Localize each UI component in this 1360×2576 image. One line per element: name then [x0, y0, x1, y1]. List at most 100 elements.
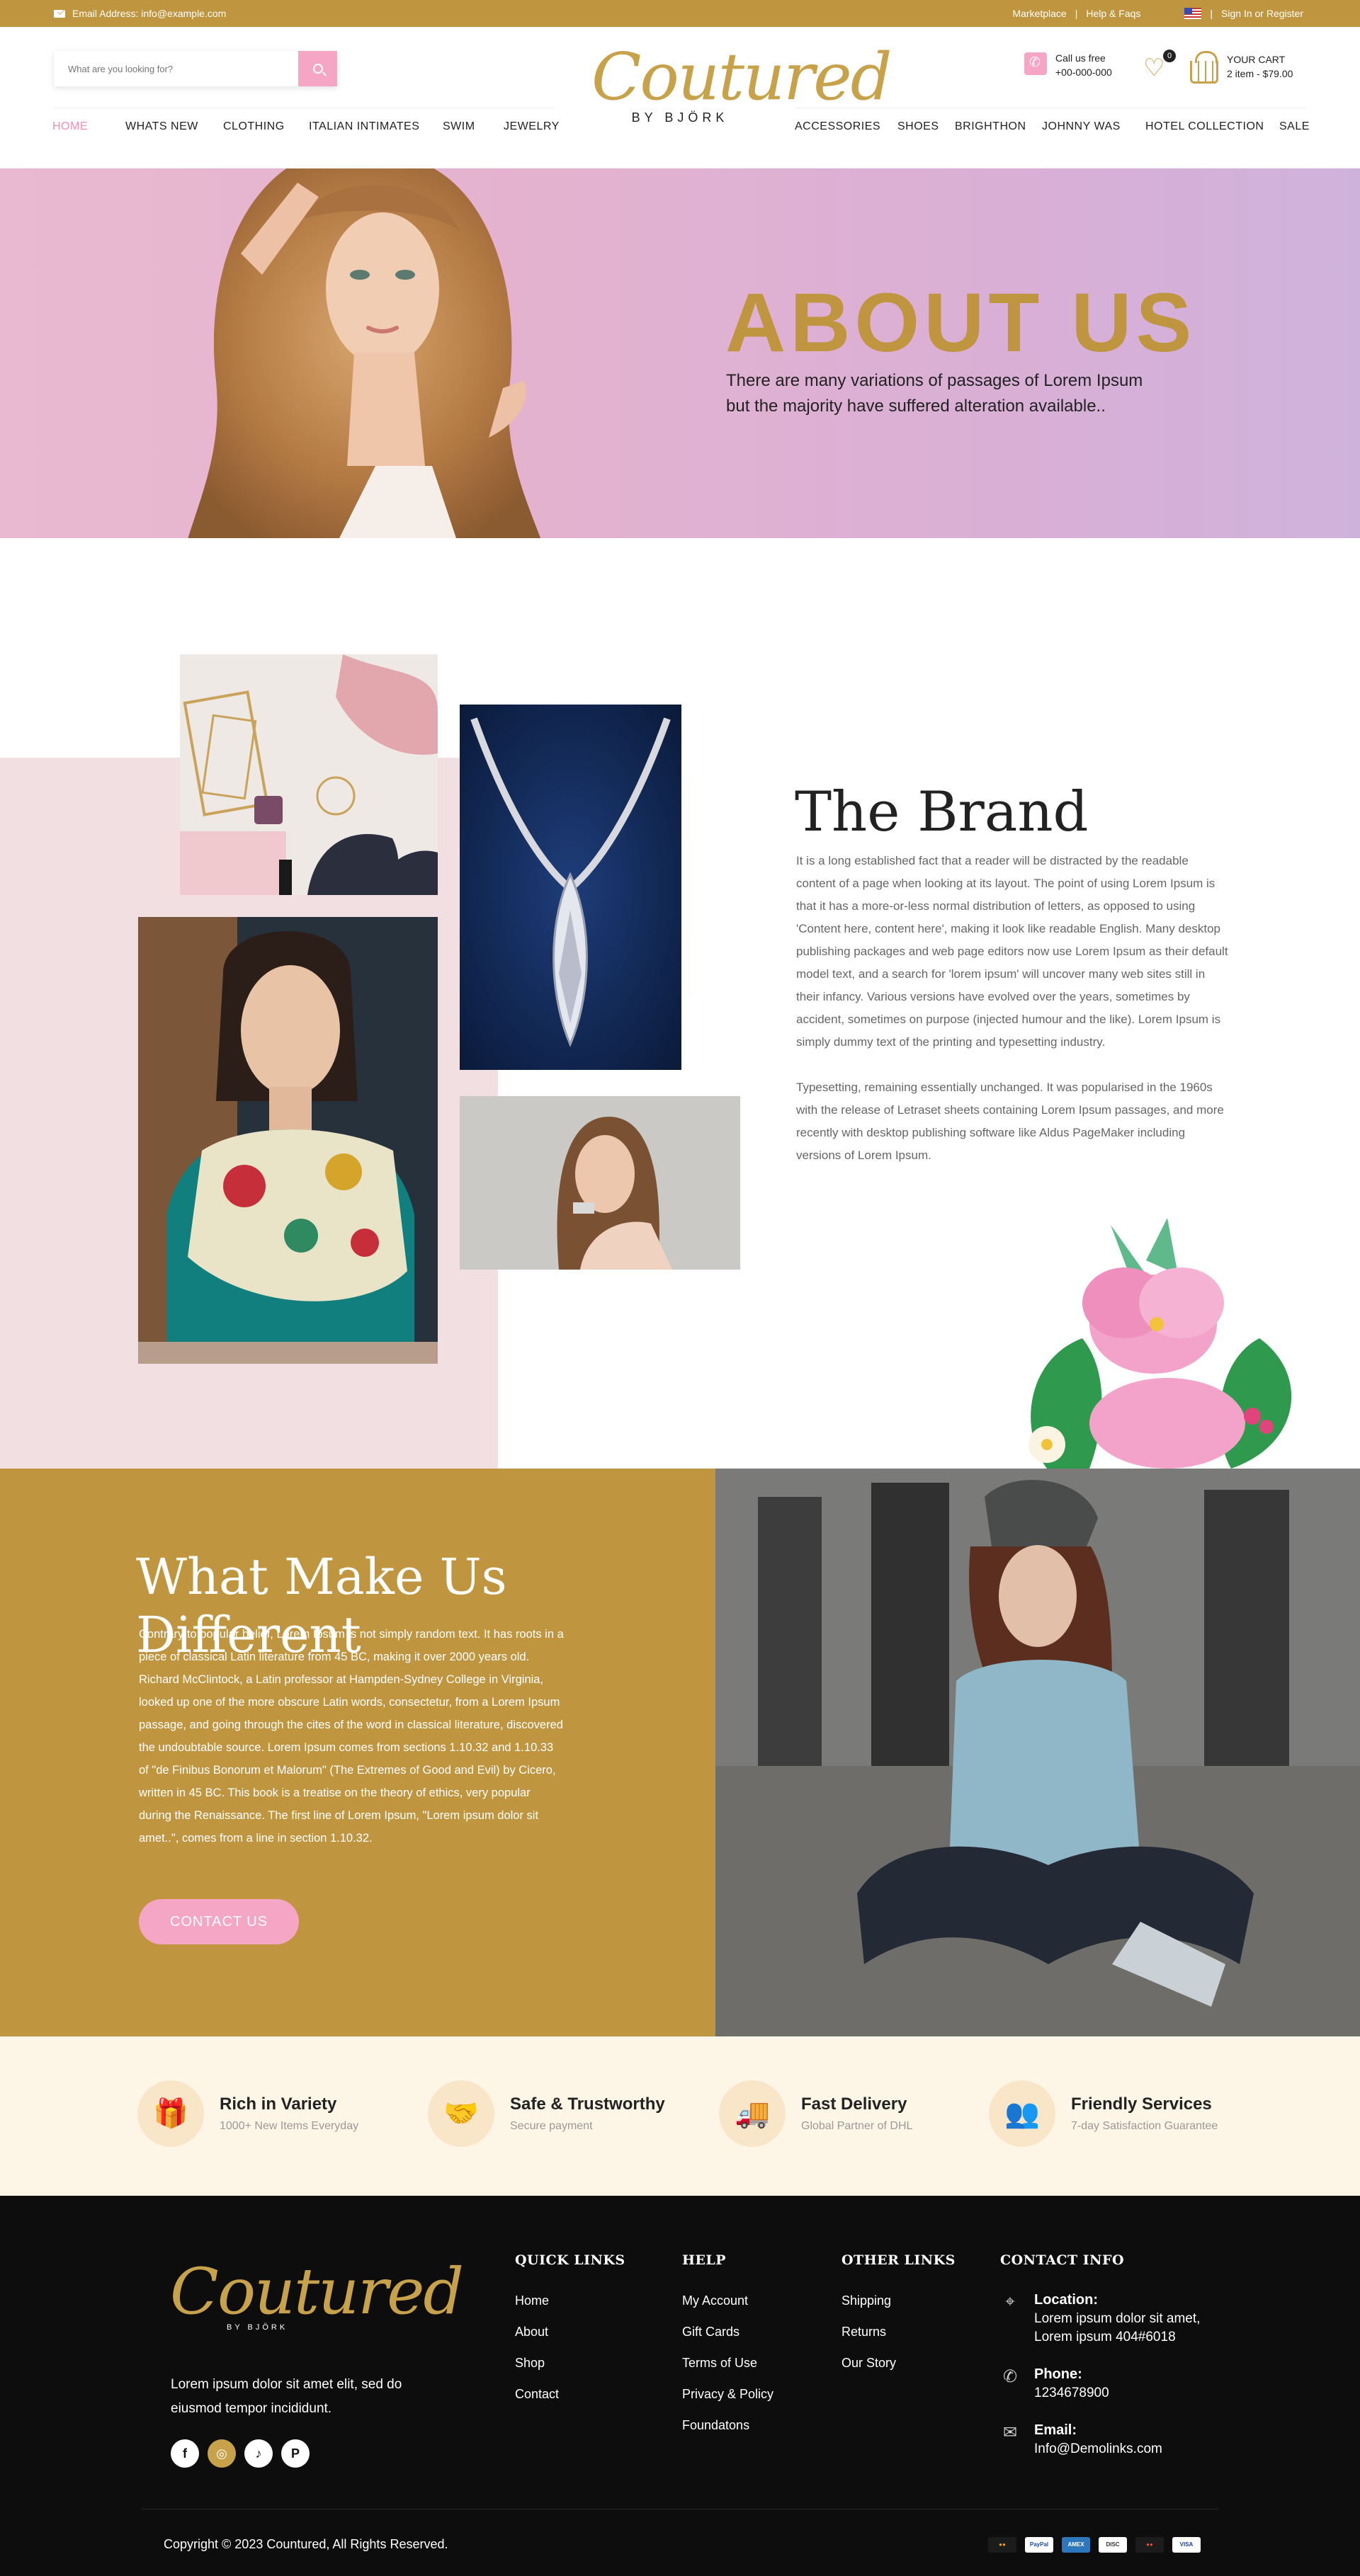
sign-in-register-link[interactable]: Sign In or Register: [1221, 8, 1303, 19]
features-strip: 🎁 Rich in Variety 1000+ New Items Everyda…: [0, 2036, 1360, 2196]
email-label: Email:: [1034, 2422, 1077, 2438]
brand-paragraph-1: It is a long established fact that a rea…: [796, 854, 1228, 1049]
nav-item-whats-new[interactable]: WHATS NEW: [125, 120, 223, 133]
divider: |: [1075, 8, 1078, 19]
social-links: f ◎ ♪ P: [171, 2439, 310, 2468]
other-links-column: OTHER LINKS Shipping Returns Our Story: [842, 2252, 956, 2378]
feature-title: Friendly Services: [1071, 2095, 1212, 2114]
feature-safe-trustworthy: 🤝 Safe & Trustworthy Secure payment: [428, 2080, 665, 2147]
footer-link-my-account[interactable]: My Account: [682, 2285, 774, 2316]
call-us[interactable]: Call us free +00-000-000: [1024, 52, 1112, 78]
nav-item-italian-intimates[interactable]: ITALIAN INTIMATES: [309, 120, 443, 133]
pinterest-icon[interactable]: P: [281, 2439, 310, 2468]
nav-item-swim[interactable]: SWIM: [443, 120, 504, 133]
feature-friendly-services: 👥 Friendly Services 7-day Satisfaction Gu…: [989, 2080, 1218, 2147]
different-body: Contrary to popular belief, Lorem Ipsum …: [139, 1628, 564, 1845]
wishlist-button[interactable]: ♡ 0: [1143, 50, 1176, 81]
footer-link-privacy[interactable]: Privacy & Policy: [682, 2378, 774, 2410]
hero-subtitle-line-1: There are many variations of passages of…: [726, 371, 1143, 390]
footer-link-about[interactable]: About: [515, 2316, 625, 2347]
cart-button[interactable]: YOUR CART 2 item - $79.00: [1190, 51, 1293, 84]
phone-value[interactable]: 1234678900: [1034, 2384, 1109, 2403]
instagram-icon[interactable]: ◎: [208, 2439, 236, 2468]
nav-right: ACCESSORIES SHOES BRIGHTHON JOHNNY WAS H…: [795, 120, 1309, 133]
nav-left: HOME WHATS NEW CLOTHING ITALIAN INTIMATE…: [52, 120, 560, 133]
feature-title: Safe & Trustworthy: [510, 2095, 665, 2114]
email-value[interactable]: Info@Demolinks.com: [1034, 2440, 1162, 2458]
feature-icon-wrap: 🤝: [428, 2080, 494, 2147]
feature-fast-delivery: 🚚 Fast Delivery Global Partner of DHL: [719, 2080, 912, 2147]
contact-info-title: CONTACT INFO: [1000, 2252, 1125, 2268]
site-footer: Coutured BY BJÖRK Lorem ipsum dolor sit …: [0, 2196, 1360, 2576]
gift-box-icon: 🎁: [153, 2098, 188, 2129]
marketplace-link[interactable]: Marketplace: [1012, 8, 1066, 19]
nav-item-sale[interactable]: SALE: [1279, 120, 1309, 133]
site-logo[interactable]: Coutured BY BJÖRK: [591, 38, 892, 125]
footer-link-our-story[interactable]: Our Story: [842, 2347, 956, 2378]
search-input[interactable]: [54, 51, 295, 86]
handshake-icon: 🤝: [443, 2098, 479, 2129]
nav-item-home[interactable]: HOME: [52, 120, 125, 133]
hero-model-photo: [188, 169, 541, 538]
scarf-model-photo: [138, 917, 438, 1364]
us-flag-icon[interactable]: [1184, 8, 1202, 19]
footer-link-home[interactable]: Home: [515, 2285, 625, 2316]
visa-icon: VISA: [1172, 2537, 1201, 2553]
email-info: Email Address: info@example.com: [54, 8, 226, 19]
nav-item-jewelry[interactable]: JEWELRY: [504, 120, 560, 133]
feature-rich-variety: 🎁 Rich in Variety 1000+ New Items Everyda…: [137, 2080, 358, 2147]
hero-title: ABOUT US: [725, 276, 1196, 370]
nav-item-johnny-was[interactable]: JOHNNY WAS: [1042, 120, 1145, 133]
footer-link-shop[interactable]: Shop: [515, 2347, 625, 2378]
contact-info-list: ⌖ Location: Lorem ipsum dolor sit amet, …: [1000, 2292, 1234, 2478]
footer-link-gift-cards[interactable]: Gift Cards: [682, 2316, 774, 2347]
nav-item-brighthon[interactable]: BRIGHTHON: [955, 120, 1042, 133]
footer-link-returns[interactable]: Returns: [842, 2316, 956, 2347]
contact-us-button[interactable]: CONTACT US: [139, 1899, 299, 1944]
brand-text: It is a long established fact that a rea…: [796, 850, 1228, 1167]
footer-logo[interactable]: Coutured BY BJÖRK: [170, 2257, 464, 2332]
discover-icon: DISC: [1099, 2537, 1127, 2553]
different-text-panel: What Make Us Different Contrary to popul…: [0, 1469, 715, 2036]
basket-icon: [1190, 51, 1218, 84]
feature-title: Rich in Variety: [220, 2095, 337, 2114]
tiktok-icon[interactable]: ♪: [244, 2439, 273, 2468]
search-bar: [54, 51, 337, 86]
footer-description: Lorem ipsum dolor sit amet elit, sed do …: [171, 2377, 402, 2416]
maestro-icon: ●●: [1135, 2537, 1164, 2553]
phone-icon: ✆: [1002, 2367, 1018, 2386]
feature-subtitle: Secure payment: [510, 2120, 593, 2132]
nav-item-hotel-collection[interactable]: HOTEL COLLECTION: [1145, 120, 1279, 133]
hero-subtitle: There are many variations of passages of…: [726, 368, 1194, 419]
necklace-photo: [460, 705, 681, 1070]
feature-subtitle: 1000+ New Items Everyday: [220, 2120, 359, 2132]
nav-item-clothing[interactable]: CLOTHING: [223, 120, 309, 133]
location-line-1: Lorem ipsum dolor sit amet,: [1034, 2311, 1201, 2326]
footer-link-shipping[interactable]: Shipping: [842, 2285, 956, 2316]
accessories-flatlay-photo: [180, 654, 438, 895]
different-section: What Make Us Different Contrary to popul…: [0, 1469, 1360, 2036]
street-model-photo: [715, 1469, 1360, 2036]
phone-icon: [1024, 52, 1047, 75]
amex-icon: AMEX: [1062, 2537, 1090, 2553]
footer-link-foundations[interactable]: Foundatons: [682, 2410, 774, 2441]
contact-phone: ✆ Phone: 1234678900: [1000, 2366, 1234, 2403]
mastercard-icon: ●●: [988, 2537, 1016, 2553]
footer-link-contact[interactable]: Contact: [515, 2378, 625, 2410]
mail-icon: [54, 9, 65, 18]
truck-icon: 🚚: [735, 2098, 770, 2129]
footer-link-terms[interactable]: Terms of Use: [682, 2347, 774, 2378]
nav-item-accessories[interactable]: ACCESSORIES: [795, 120, 897, 133]
site-header: Coutured BY BJÖRK Call us free +00-000-0…: [0, 27, 1360, 169]
feature-subtitle: 7-day Satisfaction Guarantee: [1071, 2120, 1218, 2132]
support-team-icon: 👥: [1004, 2098, 1040, 2129]
call-label: Call us free: [1055, 52, 1106, 64]
quick-links-title: QUICK LINKS: [515, 2252, 625, 2268]
divider: |: [1210, 8, 1213, 19]
facebook-icon[interactable]: f: [171, 2439, 199, 2468]
nav-item-shoes[interactable]: SHOES: [897, 120, 955, 133]
help-faqs-link[interactable]: Help & Faqs: [1086, 8, 1140, 19]
tropical-flower-illustration: [1028, 1218, 1292, 1469]
search-button[interactable]: [298, 51, 337, 86]
contact-info-column: CONTACT INFO: [1000, 2252, 1124, 2285]
